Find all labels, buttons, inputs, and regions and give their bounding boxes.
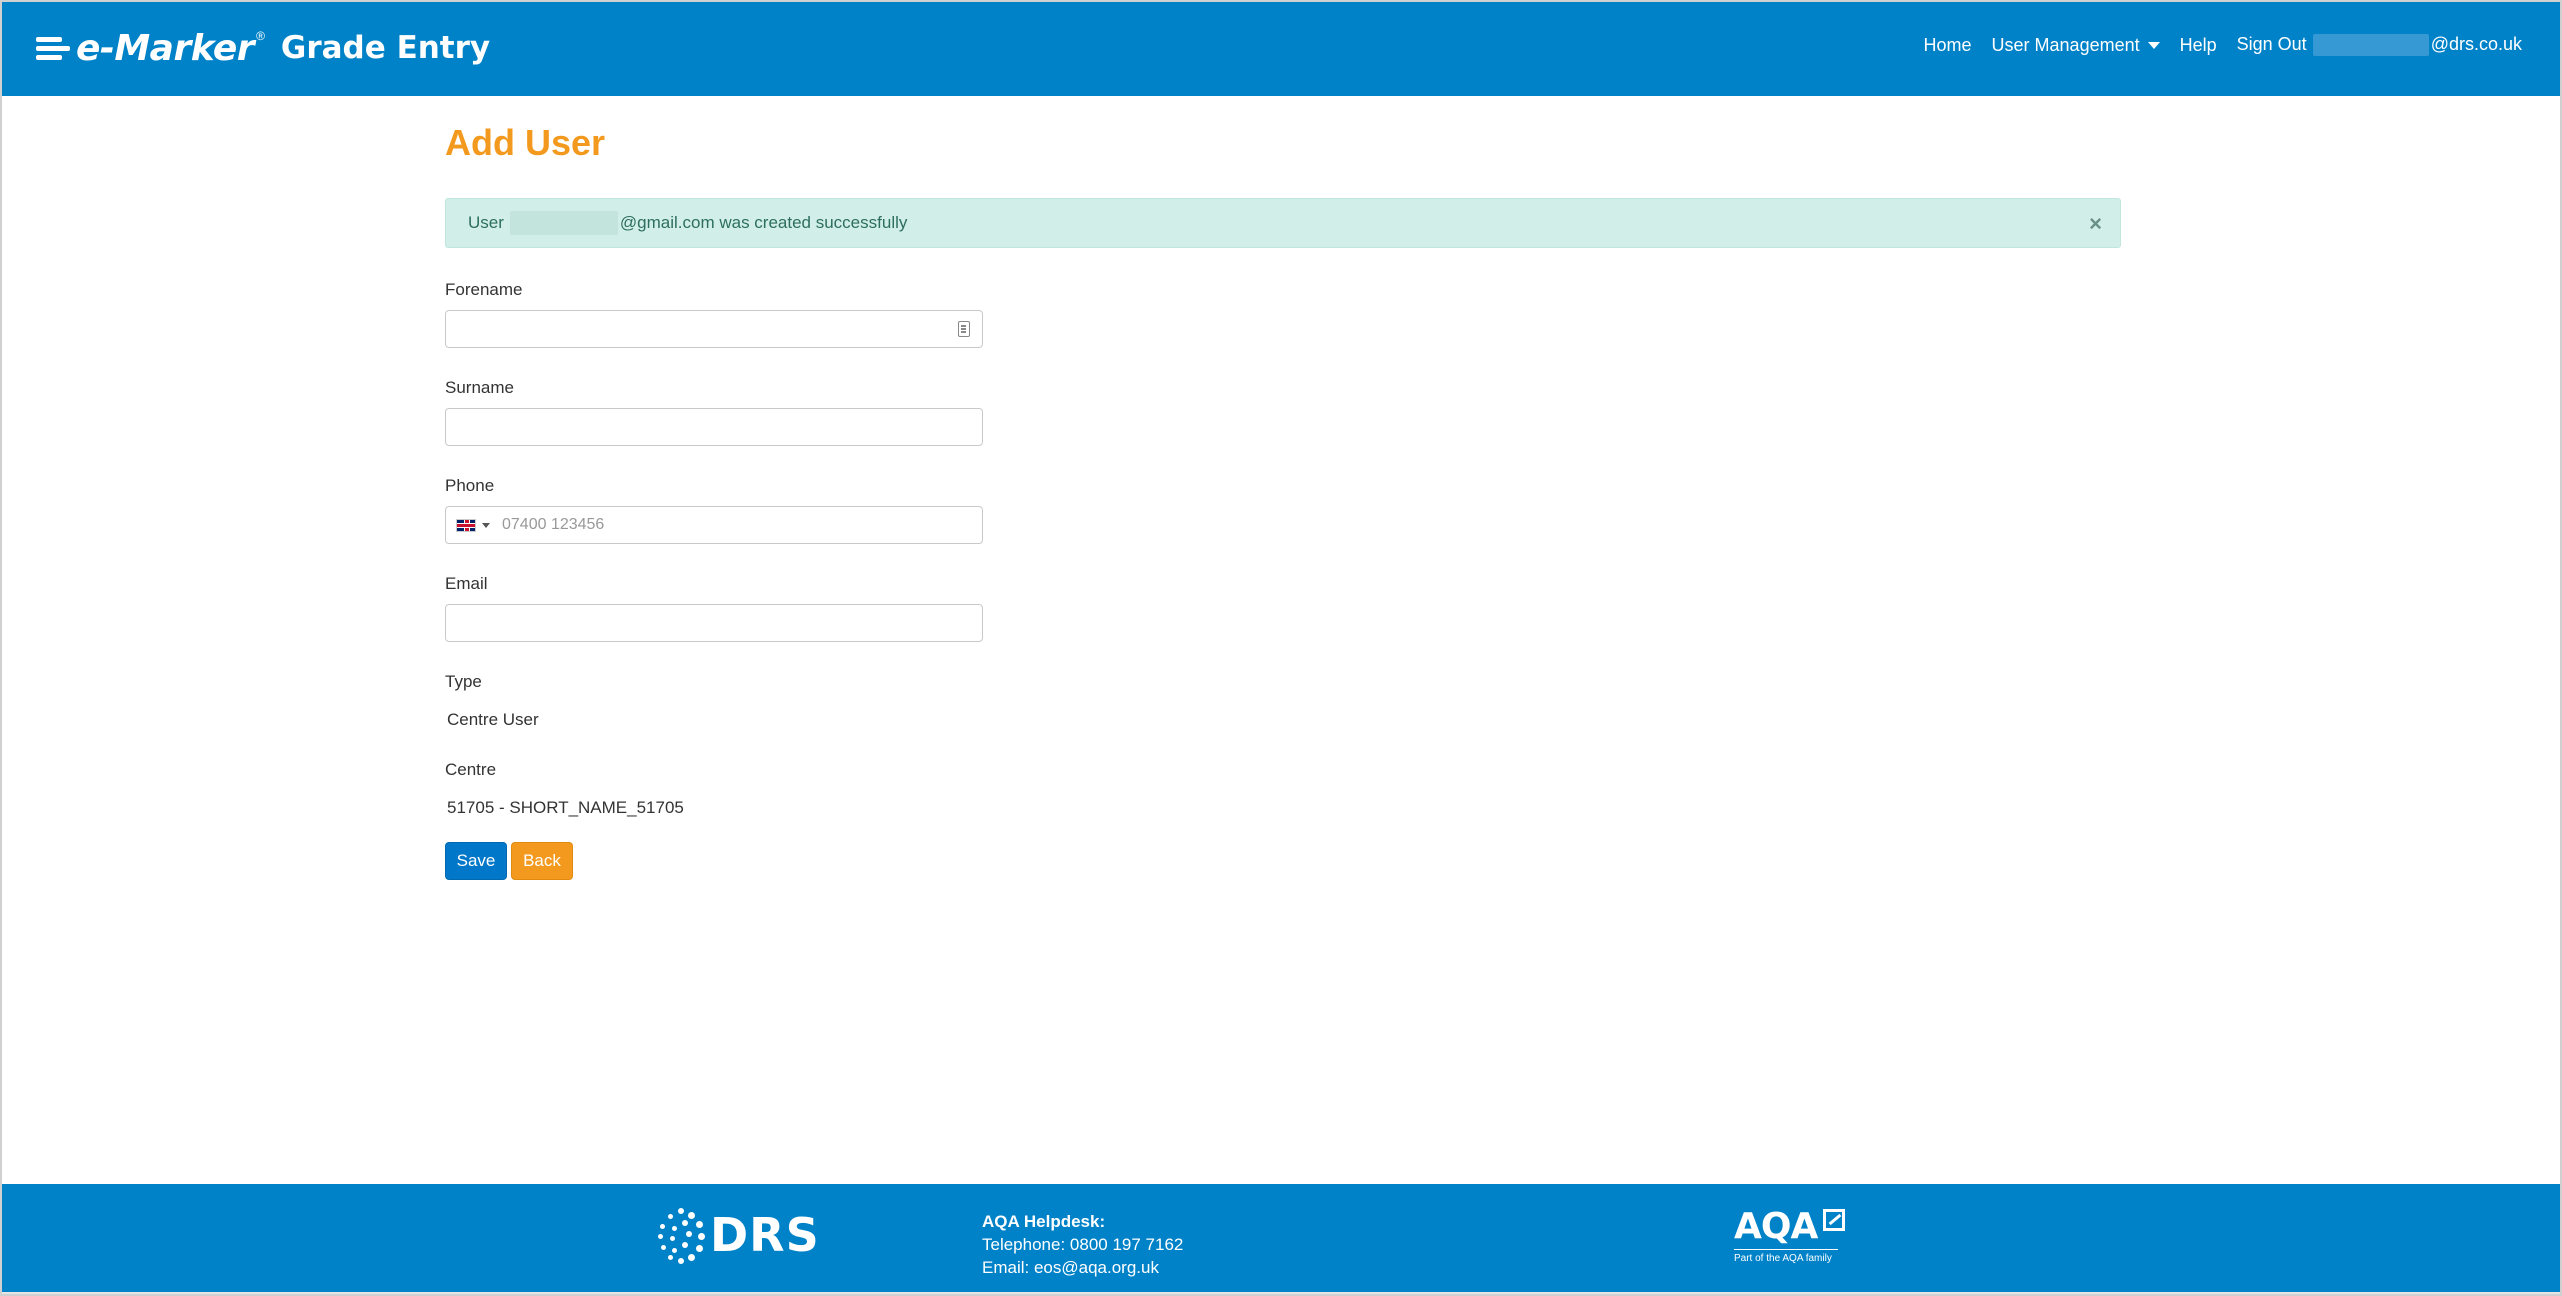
nav-help-link[interactable]: Help xyxy=(2180,35,2217,56)
centre-value: 51705 - SHORT_NAME_51705 xyxy=(447,798,684,817)
caret-down-icon xyxy=(2147,42,2160,50)
page-title: Add User xyxy=(445,122,606,163)
phone-label: Phone xyxy=(445,476,495,495)
type-label: Type xyxy=(445,672,482,691)
signed-in-email-suffix: @drs.co.uk xyxy=(2430,34,2522,54)
aqa-logo-mark: AQA xyxy=(1734,1206,1846,1247)
helpdesk-info: AQA Helpdesk: Telephone: 0800 197 7162 E… xyxy=(982,1210,1183,1279)
close-icon[interactable]: × xyxy=(2089,211,2102,237)
aqa-tagline: Part of the AQA family xyxy=(1734,1253,1832,1264)
main-nav: Home User Management Help Sign Out @drs.c… xyxy=(1904,34,2522,57)
autofill-contact-icon[interactable] xyxy=(958,321,970,337)
email-input[interactable] xyxy=(445,604,983,642)
phone-placeholder: 07400 123456 xyxy=(502,516,605,533)
uk-flag-icon[interactable] xyxy=(456,518,476,532)
email-label: Email xyxy=(445,574,488,593)
brand-registered-mark: ® xyxy=(256,29,265,43)
helpdesk-email: Email: eos@aqa.org.uk xyxy=(982,1258,1159,1277)
emarker-logo[interactable]: e-Marker ® Grade Entry xyxy=(36,24,490,72)
aqa-divider xyxy=(1734,1249,1838,1250)
top-nav-bar: e-Marker ® Grade Entry Home User Manageme… xyxy=(2,2,2560,96)
back-button[interactable]: Back xyxy=(511,842,573,880)
country-dropdown-caret-icon[interactable] xyxy=(482,522,490,528)
nav-home-link[interactable]: Home xyxy=(1924,35,1972,56)
add-user-form-container: Add User User @gmail.com was created suc… xyxy=(445,114,2121,880)
phone-input[interactable]: 07400 123456 xyxy=(445,506,983,544)
nav-user-management-dropdown[interactable]: User Management xyxy=(1992,35,2160,56)
type-value: Centre User xyxy=(447,710,539,729)
surname-label: Surname xyxy=(445,378,514,397)
helpdesk-telephone: Telephone: 0800 197 7162 xyxy=(982,1235,1184,1254)
aqa-tick-box-icon xyxy=(1823,1208,1846,1231)
nav-sign-out-link[interactable]: Sign Out @drs.co.uk xyxy=(2236,34,2522,57)
redacted-email xyxy=(509,211,618,235)
redacted-username xyxy=(2312,34,2429,57)
form-actions: Save Back xyxy=(445,842,2121,880)
nav-user-management-label: User Management xyxy=(1991,34,2140,55)
centre-label: Centre xyxy=(445,760,497,779)
forename-label: Forename xyxy=(445,280,523,299)
drs-dots-icon xyxy=(656,1206,708,1264)
helpdesk-title: AQA Helpdesk: xyxy=(982,1212,1106,1231)
drs-logo-text: DRS xyxy=(710,1208,820,1262)
aqa-logo: AQA Part of the AQA family xyxy=(1734,1206,1846,1264)
success-alert: User @gmail.com was created successfully… xyxy=(445,198,2121,248)
save-button[interactable]: Save xyxy=(445,842,507,880)
alert-message: @gmail.com was created successfully xyxy=(619,213,908,232)
aqa-logo-text: AQA xyxy=(1734,1206,1818,1247)
brand-product-name: Grade Entry xyxy=(280,30,491,66)
bottom-strip xyxy=(2,1292,2560,1294)
brand-name: e-Marker xyxy=(76,27,255,69)
sign-out-label: Sign Out xyxy=(2236,34,2307,54)
drs-logo: DRS xyxy=(656,1206,820,1264)
surname-input[interactable] xyxy=(445,408,983,446)
forename-input[interactable] xyxy=(445,310,983,348)
alert-prefix: User xyxy=(468,213,504,232)
footer: DRS AQA Helpdesk: Telephone: 0800 197 71… xyxy=(2,1184,2560,1294)
brand-lines-icon xyxy=(36,33,72,63)
